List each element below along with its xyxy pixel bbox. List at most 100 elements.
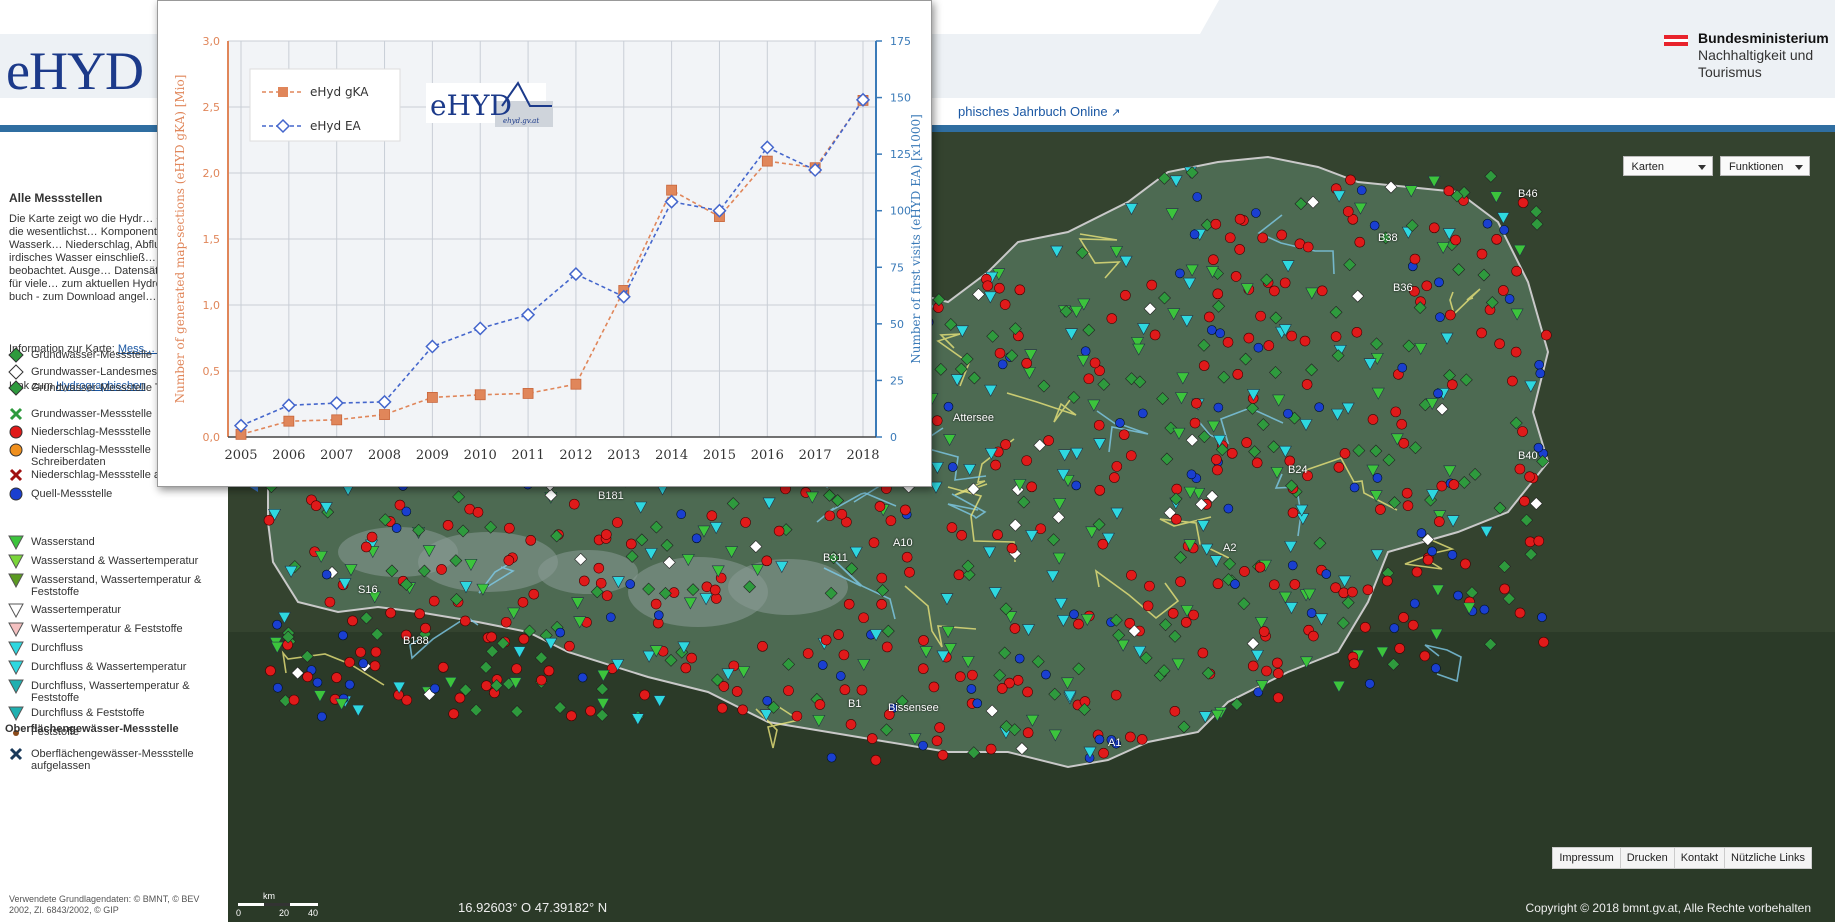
- precipitation-station-marker[interactable]: [481, 680, 492, 691]
- precipitation-station-marker[interactable]: [1258, 626, 1270, 637]
- precipitation-station-marker[interactable]: [1269, 285, 1280, 297]
- precipitation-station-marker[interactable]: [1232, 369, 1244, 380]
- precipitation-station-marker[interactable]: [956, 529, 967, 541]
- precipitation-station-marker[interactable]: [1021, 358, 1032, 369]
- spring-station-marker[interactable]: [430, 683, 440, 694]
- precipitation-station-marker[interactable]: [1006, 542, 1018, 554]
- precipitation-station-marker[interactable]: [1301, 379, 1313, 390]
- precipitation-station-marker[interactable]: [990, 459, 1001, 471]
- precipitation-station-marker[interactable]: [511, 663, 522, 675]
- precipitation-station-marker[interactable]: [1234, 244, 1245, 255]
- precipitation-station-marker[interactable]: [737, 704, 749, 716]
- precipitation-station-marker[interactable]: [1125, 731, 1136, 743]
- precipitation-station-marker[interactable]: [331, 672, 342, 683]
- precipitation-station-marker[interactable]: [525, 535, 537, 546]
- precipitation-station-marker[interactable]: [401, 694, 413, 706]
- precipitation-station-marker[interactable]: [717, 702, 728, 714]
- spring-station-marker[interactable]: [1397, 362, 1408, 373]
- precipitation-station-marker[interactable]: [1279, 277, 1291, 289]
- precipitation-station-marker[interactable]: [917, 663, 929, 675]
- precipitation-station-marker[interactable]: [1089, 357, 1101, 369]
- spring-station-marker[interactable]: [358, 658, 369, 669]
- nav-link-jahrbuch[interactable]: phisches Jahrbuch Online ↗: [958, 104, 1120, 119]
- precipitation-station-marker[interactable]: [517, 596, 529, 608]
- precipitation-station-marker[interactable]: [686, 652, 697, 664]
- precipitation-station-marker[interactable]: [881, 641, 893, 653]
- spring-station-marker[interactable]: [1447, 550, 1458, 560]
- spring-station-marker[interactable]: [344, 679, 355, 690]
- spring-station-marker[interactable]: [1175, 268, 1185, 279]
- precipitation-station-marker[interactable]: [1014, 284, 1026, 296]
- spring-station-marker[interactable]: [1094, 734, 1105, 745]
- precipitation-station-marker[interactable]: [706, 510, 718, 522]
- precipitation-station-marker[interactable]: [1394, 643, 1405, 654]
- precipitation-station-marker[interactable]: [1273, 692, 1284, 704]
- maps-dropdown[interactable]: Karten: [1622, 156, 1713, 176]
- precipitation-station-marker[interactable]: [360, 541, 372, 553]
- precipitation-station-marker[interactable]: [1239, 566, 1250, 577]
- precipitation-station-marker[interactable]: [820, 634, 832, 646]
- spring-station-marker[interactable]: [817, 660, 828, 670]
- precipitation-station-marker[interactable]: [578, 575, 590, 587]
- spring-station-marker[interactable]: [1453, 590, 1463, 601]
- precipitation-station-marker[interactable]: [1142, 600, 1154, 612]
- precipitation-station-marker[interactable]: [1382, 575, 1393, 587]
- precipitation-station-marker[interactable]: [1247, 660, 1259, 672]
- spring-station-marker[interactable]: [1014, 653, 1025, 664]
- spring-station-marker[interactable]: [997, 359, 1008, 370]
- precipitation-station-marker[interactable]: [1273, 668, 1284, 679]
- spring-station-marker[interactable]: [1356, 185, 1367, 196]
- precipitation-station-marker[interactable]: [1144, 580, 1155, 592]
- precipitation-station-marker[interactable]: [442, 519, 454, 531]
- precipitation-station-marker[interactable]: [1226, 448, 1238, 459]
- spring-station-marker[interactable]: [321, 569, 332, 580]
- spring-station-marker[interactable]: [1186, 469, 1197, 480]
- spring-station-marker[interactable]: [338, 630, 348, 641]
- spring-station-marker[interactable]: [1223, 503, 1234, 514]
- precipitation-station-marker[interactable]: [1098, 747, 1109, 759]
- spring-station-marker[interactable]: [1071, 480, 1082, 491]
- spring-station-marker[interactable]: [272, 619, 282, 630]
- precipitation-station-marker[interactable]: [355, 646, 366, 658]
- precipitation-station-marker[interactable]: [1476, 327, 1487, 339]
- precipitation-station-marker[interactable]: [414, 608, 425, 620]
- precipitation-station-marker[interactable]: [1097, 538, 1109, 550]
- precipitation-station-marker[interactable]: [1407, 619, 1419, 631]
- precipitation-station-marker[interactable]: [1083, 373, 1095, 385]
- precipitation-station-marker[interactable]: [1330, 331, 1342, 342]
- precipitation-station-marker[interactable]: [1538, 636, 1549, 648]
- precipitation-station-marker[interactable]: [838, 649, 850, 661]
- precipitation-station-marker[interactable]: [518, 633, 530, 645]
- precipitation-station-marker[interactable]: [1443, 185, 1455, 197]
- precipitation-station-marker[interactable]: [833, 629, 844, 640]
- spring-station-marker[interactable]: [1283, 408, 1293, 419]
- precipitation-station-marker[interactable]: [985, 743, 997, 755]
- spring-station-marker[interactable]: [1069, 609, 1079, 620]
- precipitation-station-marker[interactable]: [625, 538, 637, 550]
- precipitation-station-marker[interactable]: [536, 674, 547, 686]
- precipitation-station-marker[interactable]: [1347, 586, 1358, 598]
- precipitation-station-marker[interactable]: [876, 599, 887, 610]
- precipitation-station-marker[interactable]: [904, 566, 915, 578]
- precipitation-station-marker[interactable]: [1204, 311, 1215, 323]
- precipitation-station-marker[interactable]: [593, 562, 605, 574]
- spring-station-marker[interactable]: [1251, 208, 1261, 218]
- precipitation-station-marker[interactable]: [967, 669, 978, 681]
- precipitation-station-marker[interactable]: [931, 735, 943, 747]
- precipitation-station-marker[interactable]: [1208, 254, 1219, 266]
- precipitation-station-marker[interactable]: [1149, 329, 1161, 341]
- precipitation-station-marker[interactable]: [1517, 426, 1528, 437]
- precipitation-station-marker[interactable]: [1316, 285, 1328, 297]
- functions-dropdown[interactable]: Funktionen: [1720, 156, 1810, 176]
- precipitation-station-marker[interactable]: [1171, 483, 1183, 495]
- precipitation-station-marker[interactable]: [1191, 397, 1202, 409]
- precipitation-station-marker[interactable]: [428, 595, 440, 607]
- precipitation-station-marker[interactable]: [528, 588, 540, 600]
- precipitation-station-marker[interactable]: [486, 631, 497, 643]
- precipitation-station-marker[interactable]: [1212, 464, 1223, 476]
- precipitation-station-marker[interactable]: [1175, 576, 1186, 587]
- spring-station-marker[interactable]: [1207, 325, 1217, 335]
- precipitation-station-marker[interactable]: [437, 662, 449, 673]
- precipitation-station-marker[interactable]: [1402, 500, 1414, 511]
- precipitation-station-marker[interactable]: [585, 705, 596, 717]
